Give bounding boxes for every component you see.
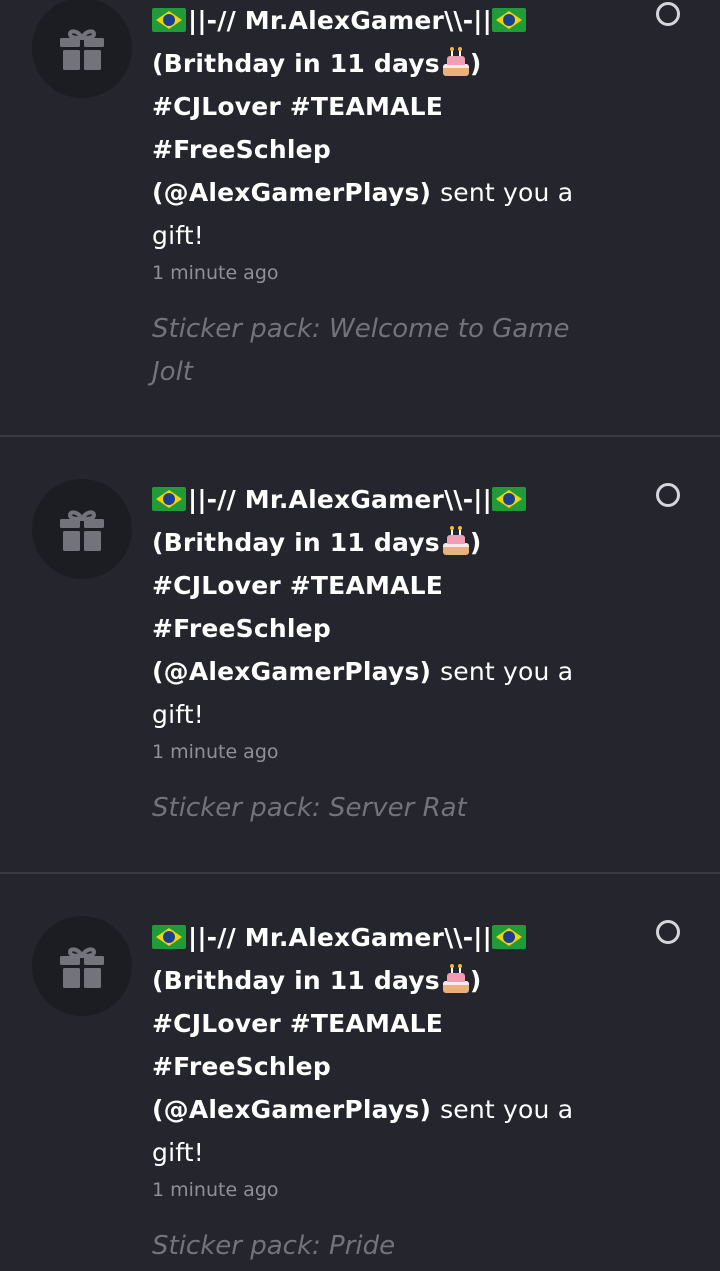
action-text: sent you a	[440, 657, 574, 686]
birthday-cake-icon	[442, 526, 470, 556]
notification-feed: ||-// Mr.AlexGamer\\-|| (Brithday in 11 …	[0, 0, 720, 1271]
brazil-flag-icon	[491, 925, 526, 949]
unread-circle-icon[interactable]	[656, 483, 680, 507]
gift-icon	[60, 510, 104, 551]
gift-icon	[60, 29, 104, 70]
notification-timestamp: 1 minute ago	[152, 1179, 279, 1201]
gift-item-label: Sticker pack: Server Rat	[152, 793, 467, 823]
sender-handle[interactable]: (@AlexGamerPlays)	[152, 178, 431, 207]
brazil-flag-icon	[491, 487, 526, 511]
sender-handle[interactable]: (@AlexGamerPlays)	[152, 1095, 431, 1124]
sender-name[interactable]: ||-// Mr.AlexGamer\\-||	[152, 916, 592, 959]
brazil-flag-icon	[152, 8, 186, 32]
action-text: sent you a	[440, 1095, 574, 1124]
sender-name[interactable]: #FreeSchlep	[152, 607, 592, 650]
notification-body: ||-// Mr.AlexGamer\\-|| (Brithday in 11 …	[152, 0, 592, 394]
notification-item[interactable]: ||-// Mr.AlexGamer\\-|| (Brithday in 11 …	[0, 873, 720, 1271]
notification-body: ||-// Mr.AlexGamer\\-|| (Brithday in 11 …	[152, 478, 592, 830]
notification-timestamp: 1 minute ago	[152, 741, 279, 763]
sender-name[interactable]: ||-// Mr.AlexGamer\\-||	[152, 0, 592, 42]
brazil-flag-icon	[152, 925, 186, 949]
sender-name[interactable]: #CJLover #TEAMALE	[152, 85, 592, 128]
notification-body: ||-// Mr.AlexGamer\\-|| (Brithday in 11 …	[152, 916, 592, 1268]
sender-name[interactable]: (Brithday in 11 days)	[152, 959, 592, 1002]
birthday-cake-icon	[442, 964, 470, 994]
action-text: gift!	[152, 1138, 205, 1167]
gift-item-label: Sticker pack: Welcome to Game Jolt	[152, 314, 570, 387]
gift-avatar[interactable]	[32, 479, 132, 579]
notification-message: ||-// Mr.AlexGamer\\-|| (Brithday in 11 …	[152, 0, 592, 257]
brazil-flag-icon	[152, 487, 186, 511]
sender-name[interactable]: #FreeSchlep	[152, 128, 592, 171]
sender-name[interactable]: #FreeSchlep	[152, 1045, 592, 1088]
notification-timestamp: 1 minute ago	[152, 262, 279, 284]
action-text: sent you a	[440, 178, 574, 207]
gift-avatar[interactable]	[32, 916, 132, 1016]
brazil-flag-icon	[491, 8, 526, 32]
sender-name[interactable]: (Brithday in 11 days)	[152, 521, 592, 564]
notification-message: ||-// Mr.AlexGamer\\-|| (Brithday in 11 …	[152, 916, 592, 1174]
notification-message: ||-// Mr.AlexGamer\\-|| (Brithday in 11 …	[152, 478, 592, 736]
gift-icon	[60, 947, 104, 988]
unread-circle-icon[interactable]	[656, 920, 680, 944]
sender-name[interactable]: ||-// Mr.AlexGamer\\-||	[152, 478, 592, 521]
notification-item[interactable]: ||-// Mr.AlexGamer\\-|| (Brithday in 11 …	[0, 436, 720, 873]
gift-item-label: Sticker pack: Pride	[152, 1231, 396, 1261]
action-text: gift!	[152, 221, 205, 250]
birthday-cake-icon	[442, 47, 470, 77]
notification-item[interactable]: ||-// Mr.AlexGamer\\-|| (Brithday in 11 …	[0, 0, 720, 436]
sender-handle[interactable]: (@AlexGamerPlays)	[152, 657, 431, 686]
gift-avatar[interactable]	[32, 0, 132, 98]
sender-name[interactable]: #CJLover #TEAMALE	[152, 564, 592, 607]
unread-circle-icon[interactable]	[656, 2, 680, 26]
action-text: gift!	[152, 700, 205, 729]
sender-name[interactable]: #CJLover #TEAMALE	[152, 1002, 592, 1045]
sender-name[interactable]: (Brithday in 11 days)	[152, 42, 592, 85]
